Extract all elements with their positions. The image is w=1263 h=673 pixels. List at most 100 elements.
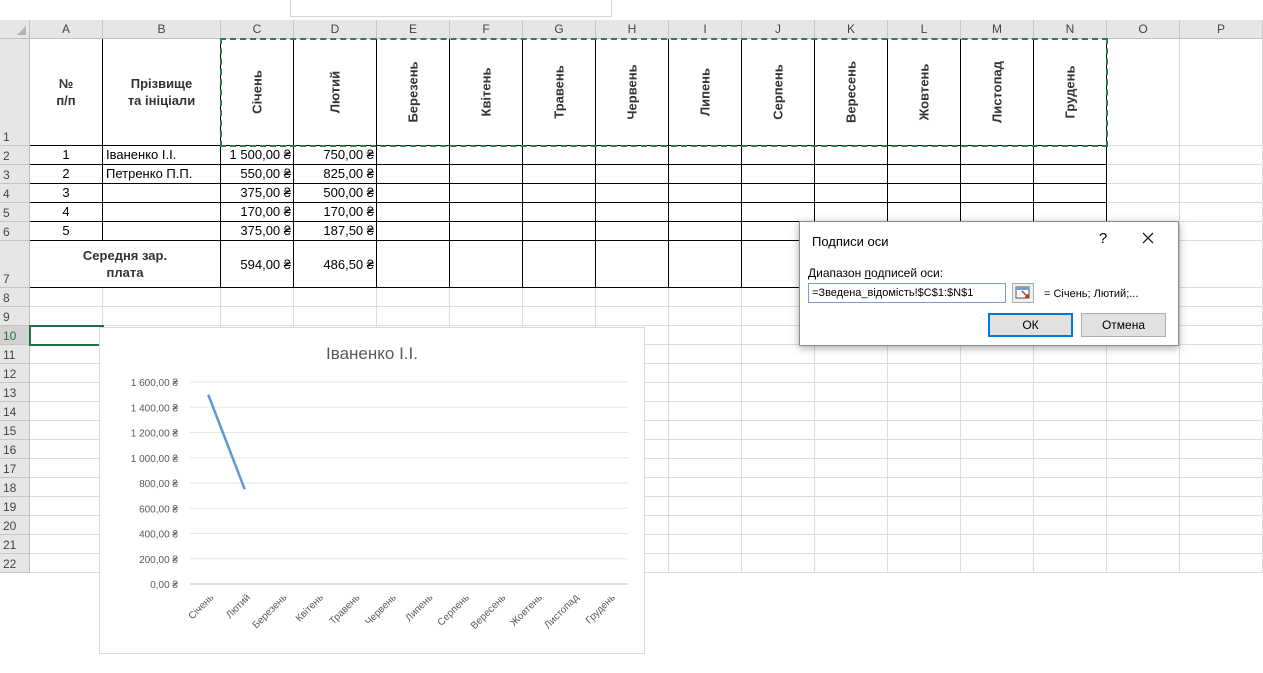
empty-cell[interactable] xyxy=(742,364,815,383)
empty-cell[interactable] xyxy=(30,364,103,383)
header-month[interactable]: Лютий xyxy=(294,39,377,146)
empty-cell[interactable] xyxy=(1180,383,1263,402)
row-header-10[interactable]: 10 xyxy=(0,326,30,345)
empty-cell[interactable] xyxy=(669,326,742,345)
month-cell[interactable] xyxy=(450,203,523,222)
empty-cell[interactable] xyxy=(596,288,669,307)
empty-cell[interactable] xyxy=(961,345,1034,364)
month-cell[interactable] xyxy=(596,203,669,222)
column-header-e[interactable]: E xyxy=(377,20,450,39)
header-month[interactable]: Березень xyxy=(377,39,450,146)
month-cell[interactable] xyxy=(523,222,596,241)
row-number-cell[interactable]: 2 xyxy=(30,165,103,184)
empty-cell[interactable] xyxy=(888,421,961,440)
empty-cell[interactable] xyxy=(30,535,103,554)
column-header-p[interactable]: P xyxy=(1180,20,1263,39)
empty-cell[interactable] xyxy=(1180,241,1263,288)
empty-cell[interactable] xyxy=(1107,516,1180,535)
empty-cell[interactable] xyxy=(961,459,1034,478)
empty-cell[interactable] xyxy=(1107,184,1180,203)
empty-cell[interactable] xyxy=(1180,222,1263,241)
empty-cell[interactable] xyxy=(961,383,1034,402)
empty-cell[interactable] xyxy=(1180,459,1263,478)
month-cell[interactable] xyxy=(742,203,815,222)
empty-cell[interactable] xyxy=(1107,535,1180,554)
month-cell[interactable] xyxy=(450,165,523,184)
empty-cell[interactable] xyxy=(377,288,450,307)
empty-cell[interactable] xyxy=(888,478,961,497)
column-header-a[interactable]: A xyxy=(30,20,103,39)
month-cell[interactable] xyxy=(961,165,1034,184)
row-header-9[interactable]: 9 xyxy=(0,307,30,326)
row-header-22[interactable]: 22 xyxy=(0,554,30,573)
feb-cell[interactable]: 825,00 ₴ xyxy=(294,165,377,184)
column-header-i[interactable]: I xyxy=(669,20,742,39)
empty-cell[interactable] xyxy=(742,402,815,421)
month-cell[interactable] xyxy=(888,184,961,203)
column-header-d[interactable]: D xyxy=(294,20,377,39)
empty-cell[interactable] xyxy=(1107,39,1180,146)
empty-cell[interactable] xyxy=(888,459,961,478)
empty-cell[interactable] xyxy=(30,383,103,402)
row-header-1[interactable]: 1 xyxy=(0,39,30,146)
month-cell[interactable] xyxy=(377,222,450,241)
empty-cell[interactable] xyxy=(669,478,742,497)
row-header-19[interactable]: 19 xyxy=(0,497,30,516)
month-cell[interactable] xyxy=(1034,146,1107,165)
empty-cell[interactable] xyxy=(742,440,815,459)
month-cell[interactable] xyxy=(596,146,669,165)
empty-cell[interactable] xyxy=(815,402,888,421)
empty-cell[interactable] xyxy=(961,478,1034,497)
feb-cell[interactable]: 750,00 ₴ xyxy=(294,146,377,165)
empty-cell[interactable] xyxy=(742,554,815,573)
empty-cell[interactable] xyxy=(1180,146,1263,165)
month-cell[interactable] xyxy=(523,146,596,165)
empty-cell[interactable] xyxy=(961,364,1034,383)
jan-cell[interactable]: 1 500,00 ₴ xyxy=(221,146,294,165)
empty-cell[interactable] xyxy=(1180,478,1263,497)
empty-cell[interactable] xyxy=(1180,39,1263,146)
average-month-cell[interactable] xyxy=(596,241,669,288)
empty-cell[interactable] xyxy=(669,383,742,402)
empty-cell[interactable] xyxy=(961,497,1034,516)
month-cell[interactable] xyxy=(450,146,523,165)
empty-cell[interactable] xyxy=(1107,478,1180,497)
month-cell[interactable] xyxy=(669,222,742,241)
empty-cell[interactable] xyxy=(742,459,815,478)
average-feb[interactable]: 486,50 ₴ xyxy=(294,241,377,288)
empty-cell[interactable] xyxy=(888,516,961,535)
column-header-f[interactable]: F xyxy=(450,20,523,39)
empty-cell[interactable] xyxy=(742,421,815,440)
month-cell[interactable] xyxy=(377,146,450,165)
empty-cell[interactable] xyxy=(450,288,523,307)
empty-cell[interactable] xyxy=(742,516,815,535)
header-name[interactable]: Прізвище та ініціали xyxy=(103,39,221,146)
month-cell[interactable] xyxy=(815,184,888,203)
line-chart[interactable]: Іваненко І.І. 1 600,00 ₴ 1 400,00 ₴ 1 200,… xyxy=(99,327,645,654)
header-number[interactable]: № п/п xyxy=(30,39,103,146)
empty-cell[interactable] xyxy=(669,364,742,383)
empty-cell[interactable] xyxy=(669,288,742,307)
empty-cell[interactable] xyxy=(1107,146,1180,165)
empty-cell[interactable] xyxy=(888,554,961,573)
average-month-cell[interactable] xyxy=(523,241,596,288)
column-header-b[interactable]: B xyxy=(103,20,221,39)
collapse-dialog-button[interactable] xyxy=(1012,283,1034,303)
name-cell[interactable]: Петренко П.П. xyxy=(103,165,221,184)
empty-cell[interactable] xyxy=(815,421,888,440)
row-header-2[interactable]: 2 xyxy=(0,146,30,165)
empty-cell[interactable] xyxy=(888,440,961,459)
month-cell[interactable] xyxy=(377,203,450,222)
empty-cell[interactable] xyxy=(1107,165,1180,184)
jan-cell[interactable]: 375,00 ₴ xyxy=(221,184,294,203)
month-cell[interactable] xyxy=(669,146,742,165)
series-line[interactable] xyxy=(207,394,246,490)
empty-cell[interactable] xyxy=(815,535,888,554)
average-label[interactable]: Середня зар. плата xyxy=(30,241,221,288)
empty-cell[interactable] xyxy=(669,554,742,573)
formula-bar-field[interactable] xyxy=(290,0,612,17)
row-header-3[interactable]: 3 xyxy=(0,165,30,184)
empty-cell[interactable] xyxy=(1107,459,1180,478)
help-button[interactable]: ? xyxy=(1092,230,1114,247)
empty-cell[interactable] xyxy=(888,402,961,421)
